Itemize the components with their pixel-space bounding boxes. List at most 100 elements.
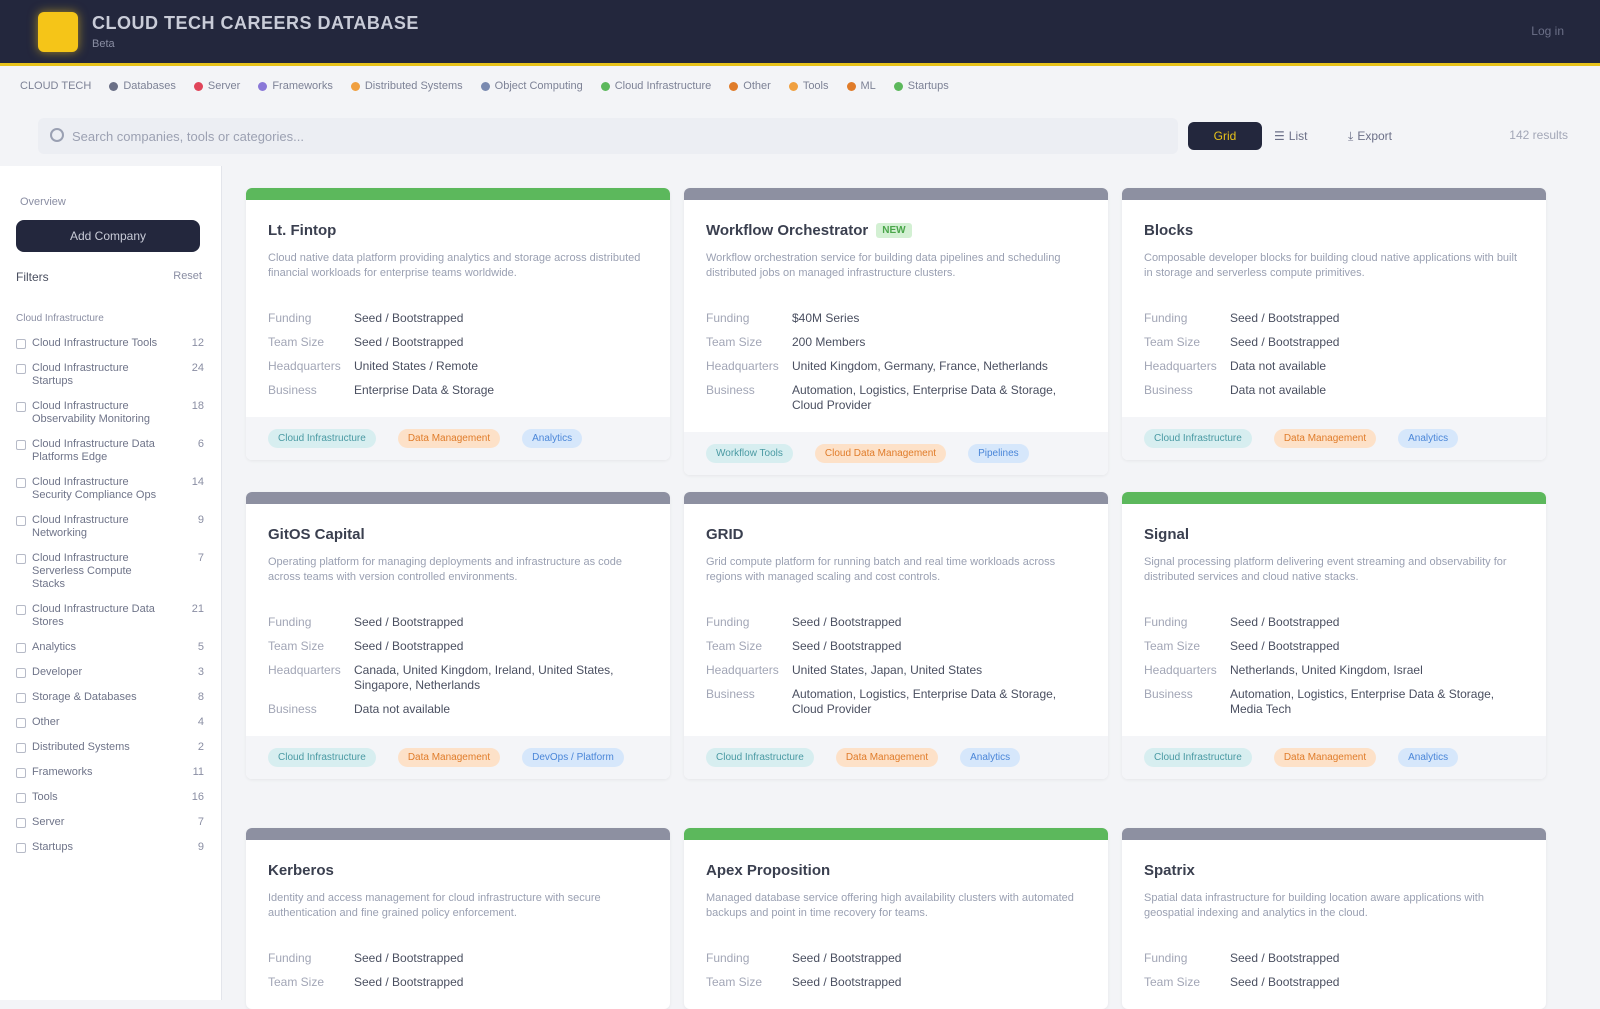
legend-label: Frameworks — [272, 80, 333, 92]
legend-item[interactable]: CLOUD TECH — [20, 80, 91, 92]
filter-checkbox[interactable] — [16, 718, 26, 728]
filter-group-header[interactable]: Cloud Infrastructure — [16, 312, 204, 325]
category-tag[interactable]: Pipelines — [968, 444, 1029, 463]
legend-item[interactable]: ML — [846, 80, 876, 92]
category-tag[interactable]: DevOps / Platform — [522, 748, 624, 767]
category-tag[interactable]: Data Management — [835, 748, 939, 767]
legend-item[interactable]: Object Computing — [480, 80, 583, 92]
filter-checkbox[interactable] — [16, 743, 26, 753]
filter-item[interactable]: Distributed Systems 2 — [16, 741, 204, 754]
category-tag[interactable]: Data Management — [1273, 748, 1377, 767]
card-title[interactable]: Lt. Fintop — [268, 222, 648, 239]
filter-checkbox[interactable] — [16, 440, 26, 450]
category-tag[interactable]: Analytics — [1398, 748, 1459, 767]
filter-checkbox[interactable] — [16, 605, 26, 615]
category-tag[interactable]: Analytics — [1398, 429, 1459, 448]
filter-checkbox[interactable] — [16, 516, 26, 526]
filter-item[interactable]: Analytics 5 — [16, 641, 204, 654]
category-tag[interactable]: Cloud Infrastructure — [268, 429, 376, 448]
category-tag[interactable]: Data Management — [397, 748, 501, 767]
filter-item[interactable]: Other 4 — [16, 716, 204, 729]
filter-item[interactable]: Cloud Infrastructure Tools 12 — [16, 337, 204, 350]
export-button[interactable]: ⤓ Export — [1348, 122, 1392, 150]
legend-item[interactable]: Server — [193, 80, 240, 92]
filter-item[interactable]: Storage & Databases 8 — [16, 691, 204, 704]
filter-checkbox[interactable] — [16, 818, 26, 828]
card-description: Signal processing platform delivering ev… — [1144, 556, 1507, 583]
filter-checkbox[interactable] — [16, 768, 26, 778]
filter-checkbox[interactable] — [16, 668, 26, 678]
category-tag[interactable]: Cloud Infrastructure — [1144, 748, 1252, 767]
category-tag[interactable]: Analytics — [960, 748, 1021, 767]
category-tag[interactable]: Data Management — [397, 429, 501, 448]
filter-item[interactable]: Server 7 — [16, 816, 204, 829]
filter-checkbox[interactable] — [16, 793, 26, 803]
list-view-button[interactable]: ☰ List — [1274, 122, 1307, 150]
filter-checkbox[interactable] — [16, 478, 26, 488]
company-card[interactable]: Kerberos Identity and access management f… — [246, 828, 670, 1009]
detail-key: Team Size — [1144, 639, 1201, 653]
filter-item[interactable]: Cloud Infrastructure Data Stores 21 — [16, 603, 204, 629]
filter-checkbox[interactable] — [16, 843, 26, 853]
filter-checkbox[interactable] — [16, 364, 26, 374]
card-title[interactable]: GRID — [706, 526, 1086, 543]
category-tag[interactable]: Cloud Infrastructure — [268, 748, 376, 767]
detail-key: Team Size — [1144, 335, 1201, 349]
category-tag[interactable]: Workflow Tools — [706, 444, 793, 463]
company-card[interactable]: Workflow Orchestrator NEW Workflow orchest… — [684, 188, 1108, 475]
card-title[interactable]: Spatrix — [1144, 862, 1524, 879]
filter-checkbox[interactable] — [16, 643, 26, 653]
company-card[interactable]: GitOS Capital Operating platform for mana… — [246, 492, 670, 779]
filter-checkbox[interactable] — [16, 693, 26, 703]
filter-item[interactable]: Cloud Infrastructure Networking 9 — [16, 514, 204, 540]
card-title[interactable]: Workflow Orchestrator NEW — [706, 222, 1086, 239]
filter-item[interactable]: Cloud Infrastructure Serverless Compute … — [16, 552, 204, 591]
search-input[interactable] — [72, 118, 1162, 154]
filter-item[interactable]: Developer 3 — [16, 666, 204, 679]
legend-item[interactable]: Frameworks — [258, 80, 333, 92]
legend-item[interactable]: Distributed Systems — [350, 80, 463, 92]
add-company-button[interactable]: Add Company — [16, 220, 200, 252]
legend-item[interactable]: Other — [729, 80, 771, 92]
filter-checkbox[interactable] — [16, 339, 26, 349]
company-card[interactable]: Spatrix Spatial data infrastructure for b… — [1122, 828, 1546, 1009]
legend-item[interactable]: Databases — [109, 80, 176, 92]
company-card[interactable]: Signal Signal processing platform deliver… — [1122, 492, 1546, 779]
filter-item[interactable]: Frameworks 11 — [16, 766, 204, 779]
company-card[interactable]: GRID Grid compute platform for running ba… — [684, 492, 1108, 779]
filter-item[interactable]: Startups 9 — [16, 841, 204, 854]
login-link[interactable]: Log in — [1531, 24, 1564, 38]
card-title[interactable]: Blocks — [1144, 222, 1524, 239]
filter-item[interactable]: Cloud Infrastructure Data Platforms Edge… — [16, 438, 204, 464]
filter-count: 24 — [191, 362, 204, 374]
card-body: Blocks Composable developer blocks for bu… — [1122, 200, 1546, 417]
filter-item[interactable]: Cloud Infrastructure Observability Monit… — [16, 400, 204, 426]
card-title[interactable]: GitOS Capital — [268, 526, 648, 543]
company-card[interactable]: Lt. Fintop Cloud native data platform pro… — [246, 188, 670, 460]
category-tag[interactable]: Analytics — [522, 429, 583, 448]
category-tag[interactable]: Cloud Infrastructure — [1144, 429, 1252, 448]
detail-row: Headquarters United States, Japan, United… — [706, 663, 1086, 678]
filter-item[interactable]: Cloud Infrastructure Security Compliance… — [16, 476, 204, 502]
filter-checkbox[interactable] — [16, 402, 26, 412]
detail-value: Seed / Bootstrapped — [792, 951, 902, 965]
company-card[interactable]: Blocks Composable developer blocks for bu… — [1122, 188, 1546, 460]
category-tag[interactable]: Cloud Data Management — [814, 444, 947, 463]
filter-item-left: Startups — [16, 841, 166, 854]
filter-item[interactable]: Cloud Infrastructure Startups 24 — [16, 362, 204, 388]
card-title[interactable]: Kerberos — [268, 862, 648, 879]
grid-view-button[interactable]: Grid — [1188, 122, 1262, 150]
legend-item[interactable]: Cloud Infrastructure — [600, 80, 711, 92]
filter-item[interactable]: Tools 16 — [16, 791, 204, 804]
company-card[interactable]: Apex Proposition Managed database service… — [684, 828, 1108, 1009]
category-tag[interactable]: Cloud Infrastructure — [706, 748, 814, 767]
card-title[interactable]: Apex Proposition — [706, 862, 1086, 879]
company-name: GitOS Capital — [268, 526, 365, 543]
legend-item[interactable]: Startups — [893, 80, 949, 92]
category-tag[interactable]: Data Management — [1273, 429, 1377, 448]
app-logo[interactable] — [38, 12, 78, 52]
legend-item[interactable]: Tools — [788, 80, 829, 92]
reset-filters-link[interactable]: Reset — [173, 270, 202, 284]
card-title[interactable]: Signal — [1144, 526, 1524, 543]
filter-checkbox[interactable] — [16, 554, 26, 564]
